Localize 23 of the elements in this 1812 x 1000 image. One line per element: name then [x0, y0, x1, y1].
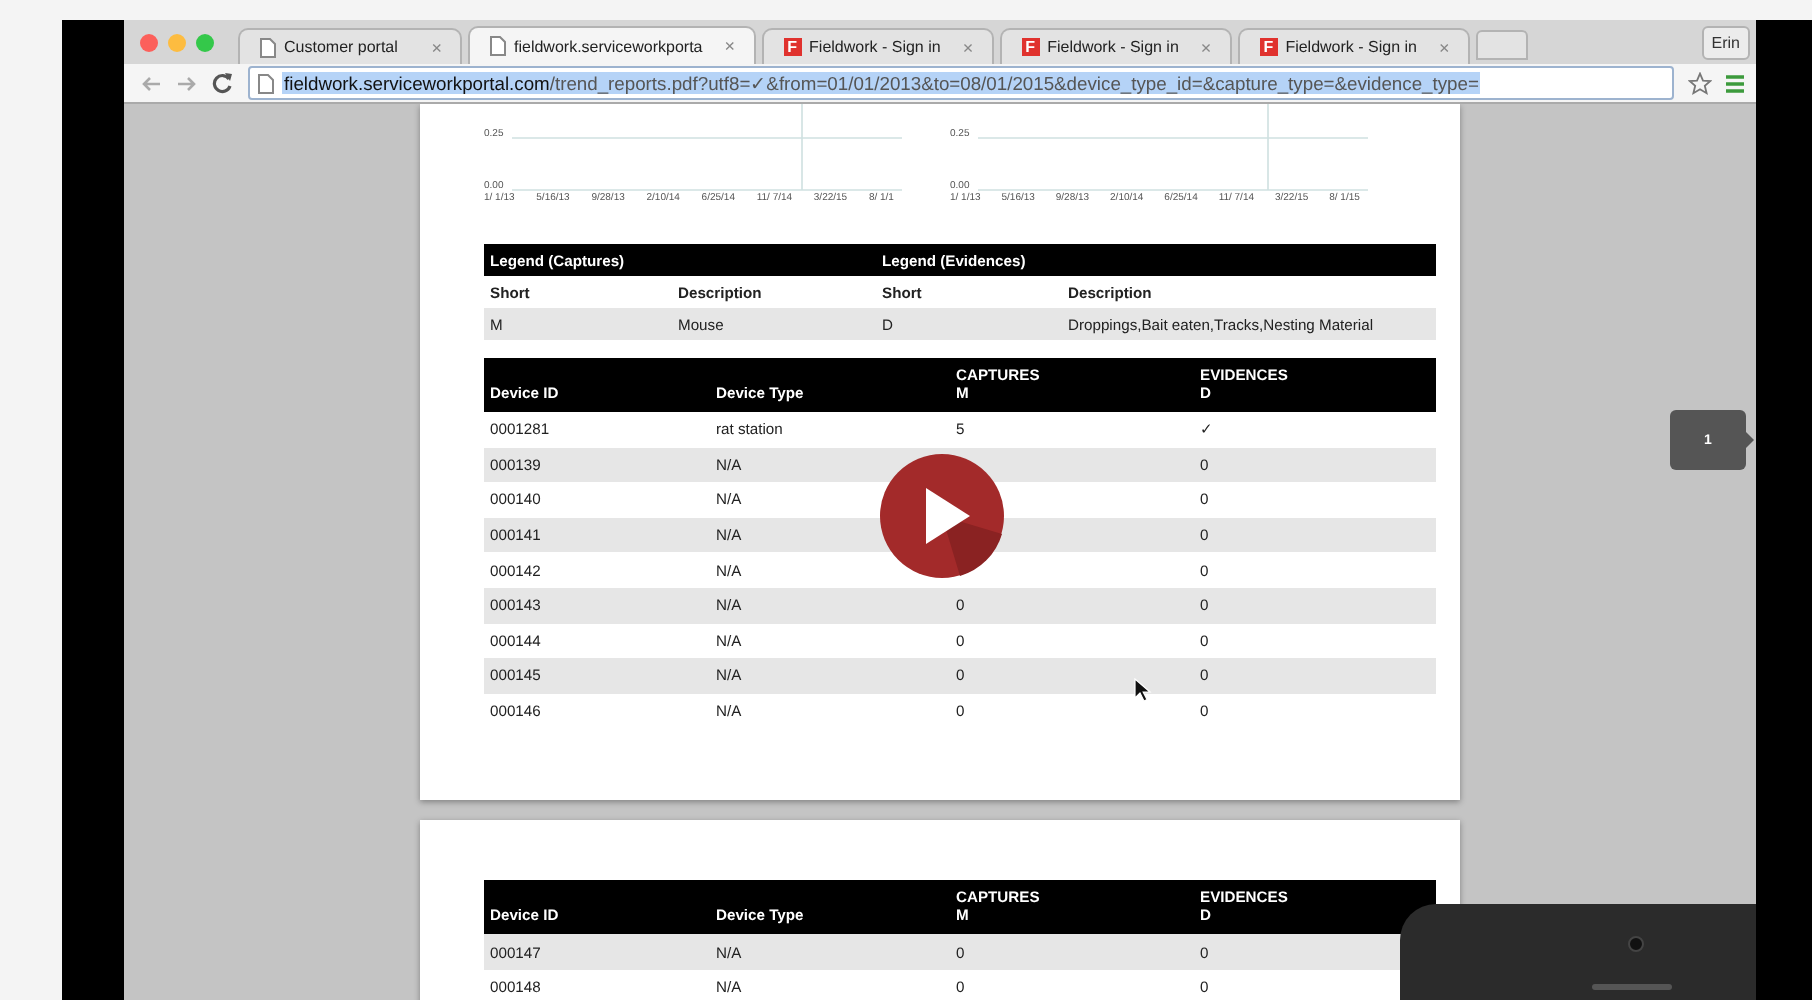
reload-icon[interactable] — [212, 72, 234, 94]
cursor-icon — [1134, 678, 1152, 702]
back-icon[interactable] — [140, 73, 162, 93]
star-icon[interactable] — [1688, 71, 1712, 95]
browser-tab[interactable]: fieldwork.serviceworkporta × — [468, 26, 756, 64]
minimize-window-icon[interactable] — [168, 33, 186, 51]
browser-tab[interactable]: F Fieldwork - Sign in × — [999, 28, 1232, 64]
browser-tab[interactable]: F Fieldwork - Sign in × — [1237, 28, 1470, 64]
brand-logo-icon: F — [1021, 38, 1040, 56]
brand-logo-icon: F — [783, 38, 802, 56]
menu-icon[interactable] — [1726, 73, 1744, 93]
browser-tab[interactable]: Customer portal × — [238, 28, 462, 64]
brand-logo-icon: F — [1259, 38, 1278, 56]
maximize-window-icon[interactable] — [196, 33, 214, 51]
close-window-icon[interactable] — [140, 33, 158, 51]
document-icon — [490, 36, 506, 56]
forward-icon[interactable] — [176, 73, 198, 93]
profile-button[interactable]: Erin — [1701, 25, 1750, 59]
url-text: fieldwork.serviceworkportal.com/trend_reports.pdf?utf8=✓&from=01/01/2013&to=08/01/2015&device_type_id=&capture_type=&evidence_type= — [282, 72, 1481, 94]
new-tab-button[interactable] — [1475, 30, 1528, 60]
address-field[interactable]: fieldwork.serviceworkportal.com/trend_reports.pdf?utf8=✓&from=01/01/2013&to=08/01/2015&device_type_id=&capture_type=&evidence_type= — [248, 66, 1674, 100]
play-button[interactable] — [880, 454, 1004, 578]
browser-tab[interactable]: F Fieldwork - Sign in × — [761, 28, 994, 64]
